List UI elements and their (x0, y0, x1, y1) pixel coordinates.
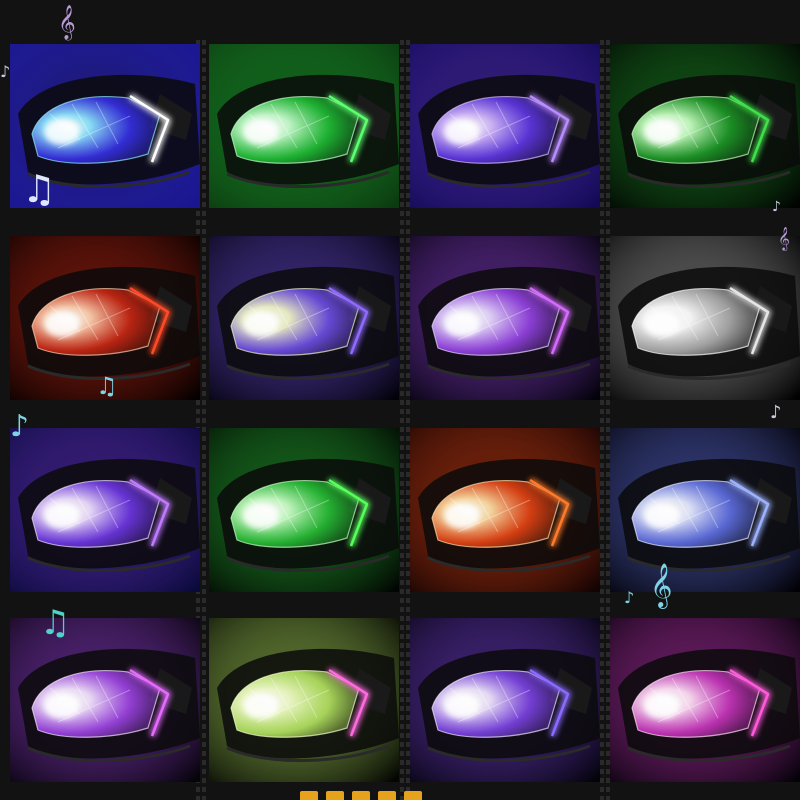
headlight-illustration (209, 236, 399, 400)
headlight-color-grid (0, 0, 800, 800)
headlight-illustration (410, 428, 600, 592)
music-note-icon: ♫ (40, 603, 71, 643)
headlight-photo-tile (410, 44, 600, 208)
headlight-photo-tile (610, 44, 800, 208)
music-note-icon: ♪ (624, 588, 635, 607)
headlight-illustration (410, 236, 600, 400)
music-note-icon: ♪ (10, 409, 30, 444)
music-note-icon: ♪ (772, 199, 781, 215)
headlight-illustration (610, 236, 800, 400)
headlight-photo-tile (209, 618, 399, 782)
headlight-photo-tile (209, 236, 399, 400)
headlight-illustration (209, 618, 399, 782)
headlight-illustration (610, 44, 800, 208)
headlight-illustration (410, 44, 600, 208)
music-note-icon: 𝄞 (58, 5, 76, 40)
headlight-photo-tile (610, 428, 800, 592)
headlight-photo-tile (610, 236, 800, 400)
headlight-photo-tile (10, 618, 200, 782)
headlight-photo-tile (209, 428, 399, 592)
headlight-illustration (410, 618, 600, 782)
headlight-illustration (10, 618, 200, 782)
music-note-icon: ♫ (22, 167, 57, 211)
headlight-illustration (10, 428, 200, 592)
headlight-photo-tile (10, 428, 200, 592)
music-note-icon: 𝄞 (650, 563, 673, 607)
cropped-footer-text-graphic (300, 790, 500, 800)
headlight-illustration (209, 44, 399, 208)
headlight-photo-tile (610, 618, 800, 782)
music-note-icon: ♫ (96, 372, 118, 400)
music-note-icon: ♪ (770, 402, 782, 423)
music-note-icon: 𝄞 (778, 226, 790, 250)
headlight-illustration (610, 618, 800, 782)
headlight-illustration (610, 428, 800, 592)
headlight-photo-tile (209, 44, 399, 208)
headlight-photo-tile (410, 236, 600, 400)
headlight-photo-tile (410, 428, 600, 592)
music-note-icon: ♪ (0, 62, 11, 81)
headlight-illustration (209, 428, 399, 592)
headlight-photo-tile (410, 618, 600, 782)
